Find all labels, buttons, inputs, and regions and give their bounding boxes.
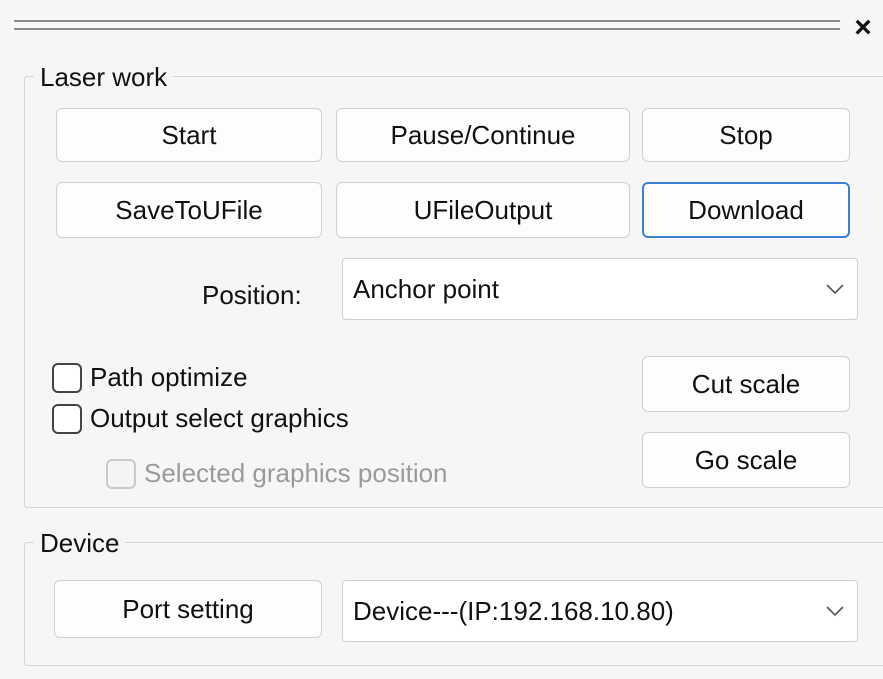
drag-handle[interactable]	[14, 20, 840, 30]
close-icon[interactable]: ×	[848, 10, 878, 46]
device-legend: Device	[34, 528, 126, 558]
laser-work-legend: Laser work	[34, 62, 174, 92]
ufile-output-button[interactable]: UFileOutput	[336, 182, 630, 238]
selected-graphics-position-box	[106, 458, 136, 489]
go-scale-button[interactable]: Go scale	[642, 432, 850, 488]
selected-graphics-position-checkbox: Selected graphics position	[106, 458, 448, 489]
path-optimize-checkbox[interactable]: Path optimize	[52, 362, 248, 393]
position-label: Position:	[202, 280, 302, 310]
selected-graphics-position-label: Selected graphics position	[144, 458, 448, 488]
stop-button[interactable]: Stop	[642, 108, 850, 162]
device-select[interactable]: Device---(IP:192.168.10.80)	[342, 580, 858, 642]
position-select[interactable]: Anchor point	[342, 258, 858, 320]
output-select-graphics-box[interactable]	[52, 403, 82, 434]
cut-scale-button[interactable]: Cut scale	[642, 356, 850, 412]
device-select-value: Device---(IP:192.168.10.80)	[353, 595, 674, 626]
output-select-graphics-checkbox[interactable]: Output select graphics	[52, 403, 349, 434]
port-setting-button[interactable]: Port setting	[54, 580, 322, 638]
start-button[interactable]: Start	[56, 108, 322, 162]
path-optimize-box[interactable]	[52, 362, 82, 393]
save-to-ufile-button[interactable]: SaveToUFile	[56, 182, 322, 238]
pause-continue-button[interactable]: Pause/Continue	[336, 108, 630, 162]
download-button[interactable]: Download	[642, 182, 850, 238]
output-select-graphics-label: Output select graphics	[90, 403, 349, 433]
chevron-down-icon	[826, 284, 844, 295]
path-optimize-label: Path optimize	[90, 362, 248, 392]
chevron-down-icon	[826, 606, 844, 617]
position-select-value: Anchor point	[353, 273, 499, 304]
panel-titlebar: ×	[0, 0, 883, 52]
